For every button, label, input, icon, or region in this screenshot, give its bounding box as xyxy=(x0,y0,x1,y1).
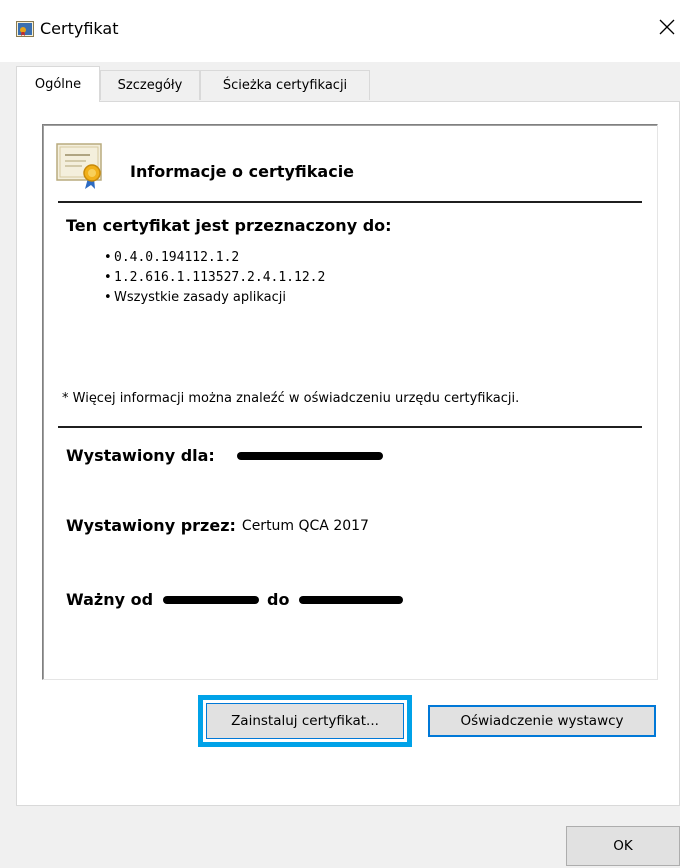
tab-certification-path[interactable]: Ścieżka certyfikacji xyxy=(200,70,370,100)
purpose-heading: Ten certyfikat jest przeznaczony do: xyxy=(66,216,392,235)
issuer-statement-button[interactable]: Oświadczenie wystawcy xyxy=(428,705,656,737)
purpose-item: Wszystkie zasady aplikacji xyxy=(104,288,325,308)
redacted-value xyxy=(163,595,260,604)
title-bar: Certyfikat xyxy=(0,0,680,62)
issued-by-field: Wystawiony przez: Certum QCA 2017 xyxy=(66,516,369,535)
redacted-value xyxy=(299,595,404,604)
issued-by-value: Certum QCA 2017 xyxy=(241,517,369,534)
ok-button[interactable]: OK xyxy=(566,826,680,866)
purpose-item: 0.4.0.194112.1.2 xyxy=(104,248,325,268)
divider xyxy=(58,426,642,428)
valid-from-label: Ważny od xyxy=(66,590,154,609)
purpose-list: 0.4.0.194112.1.2 1.2.616.1.113527.2.4.1.… xyxy=(104,248,325,308)
redacted-value xyxy=(236,451,383,460)
window-title: Certyfikat xyxy=(40,19,119,38)
certificate-large-icon xyxy=(56,142,108,190)
close-button[interactable] xyxy=(654,14,680,44)
certificate-info-title: Informacje o certyfikacie xyxy=(130,162,355,181)
valid-to-label: do xyxy=(267,590,290,609)
purpose-item: 1.2.616.1.113527.2.4.1.12.2 xyxy=(104,268,325,288)
tab-general[interactable]: Ogólne xyxy=(16,66,100,102)
certificate-icon xyxy=(16,21,34,37)
validity-field: Ważny od do xyxy=(66,590,411,609)
close-icon xyxy=(659,19,675,39)
issued-by-label: Wystawiony przez: xyxy=(66,516,236,535)
issued-to-field: Wystawiony dla: xyxy=(66,446,391,465)
tab-details[interactable]: Szczegóły xyxy=(100,70,200,100)
divider xyxy=(58,201,642,203)
issuer-statement-note: * Więcej informacji można znaleźć w oświ… xyxy=(62,391,520,406)
issued-to-label: Wystawiony dla: xyxy=(66,446,215,465)
install-certificate-button[interactable]: Zainstaluj certyfikat... xyxy=(206,703,404,739)
